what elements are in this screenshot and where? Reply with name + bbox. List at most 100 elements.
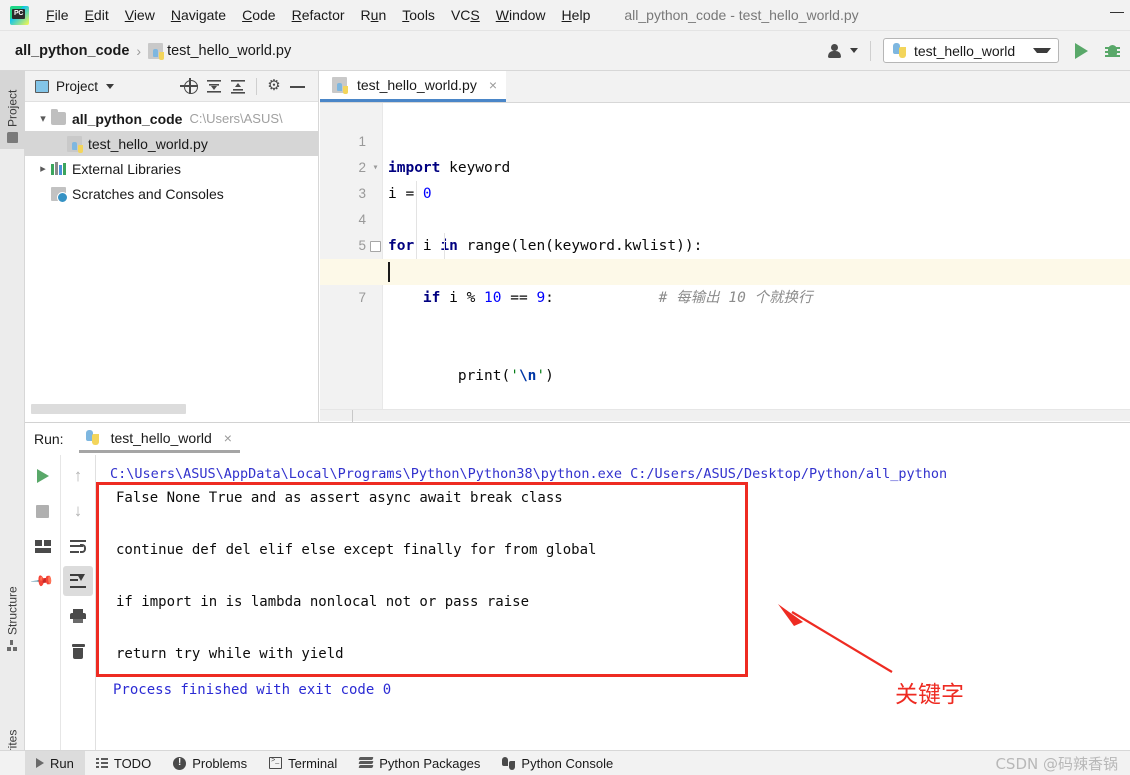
expand-all-icon[interactable] — [203, 75, 227, 97]
left-tool-strip: Project Structure ★ Favorites — [0, 71, 25, 775]
tree-item-external-libraries[interactable]: ▸ External Libraries — [25, 156, 318, 181]
locate-icon[interactable] — [179, 75, 203, 97]
chevron-down-icon[interactable] — [106, 83, 115, 89]
status-tab-problems[interactable]: Problems — [162, 751, 258, 775]
breadcrumb-separator-icon: › — [136, 42, 142, 59]
menu-item-window[interactable]: Window — [488, 5, 554, 25]
clear-all-button[interactable] — [63, 636, 93, 666]
layout-icon — [34, 539, 51, 553]
python-icon — [85, 430, 100, 445]
editor-horizontal-scrollbar[interactable] — [320, 409, 1130, 422]
settings-gear-icon[interactable]: ⚙ — [262, 75, 286, 97]
pin-button[interactable]: 📌 — [28, 566, 58, 596]
scroll-down-button[interactable]: ↓ — [63, 496, 93, 526]
navbar-right-controls: test_hello_world — [828, 38, 1130, 63]
project-panel-toolbar: ⚙ — [179, 75, 318, 97]
chevron-right-icon[interactable]: ▸ — [35, 162, 51, 175]
minimize-button[interactable] — [1110, 12, 1124, 13]
run-panel-label: Run: — [34, 431, 64, 447]
menu-item-view[interactable]: View — [117, 5, 163, 25]
run-tab-label: test_hello_world — [110, 429, 212, 446]
python-icon — [892, 43, 907, 58]
chevron-down-icon[interactable]: ▾ — [35, 112, 51, 125]
stop-button[interactable] — [28, 496, 58, 526]
menu-bar: File Edit View Navigate Code Refactor Ru… — [0, 0, 1130, 31]
python-file-icon — [332, 77, 348, 94]
window-title: all_python_code - test_hello_world.py — [624, 7, 859, 23]
python-file-icon — [148, 42, 165, 60]
print-icon — [70, 609, 86, 623]
layout-button[interactable] — [28, 531, 58, 561]
hide-panel-icon[interactable] — [286, 75, 310, 97]
menu-item-edit[interactable]: Edit — [77, 5, 117, 25]
annotation-arrow — [778, 604, 893, 673]
tree-item-label: Scratches and Consoles — [72, 185, 224, 202]
chevron-down-icon[interactable] — [1033, 48, 1051, 53]
menu-item-code[interactable]: Code — [234, 5, 283, 25]
annotation-label: 关键字 — [895, 682, 964, 708]
folder-icon — [7, 132, 18, 143]
console-output-line: return try while with yield — [116, 646, 344, 662]
breadcrumb-file[interactable]: test_hello_world.py — [167, 43, 291, 59]
text-caret — [388, 262, 390, 282]
fold-start-icon[interactable]: ▾ — [370, 163, 381, 174]
toolbar-divider — [870, 40, 871, 61]
code-line-5: 5 if i % 10 == 9: # 每输出 10 个就换行 — [320, 207, 1130, 306]
tree-item-label: External Libraries — [72, 160, 181, 177]
tree-item-test-hello-world[interactable]: test_hello_world.py — [25, 131, 318, 156]
scroll-up-button[interactable]: ↑ — [63, 461, 93, 491]
project-tree: ▾ all_python_code C:\Users\ASUS\ test_he… — [25, 102, 318, 206]
code-editor[interactable]: 1 import keyword 2 i = 0 3 ▾ for i in ra… — [320, 103, 1130, 422]
project-panel-horizontal-scrollbar[interactable] — [29, 404, 315, 414]
run-button[interactable] — [1075, 42, 1088, 59]
chevron-down-icon[interactable] — [850, 48, 858, 53]
run-configuration-selector[interactable]: test_hello_world — [883, 38, 1059, 63]
menu-item-refactor[interactable]: Refactor — [284, 5, 353, 25]
status-tab-label: Python Console — [521, 755, 614, 771]
close-icon[interactable]: × — [224, 430, 232, 446]
run-tab-test-hello-world[interactable]: test_hello_world × — [78, 426, 240, 453]
scroll-to-end-icon — [70, 574, 86, 588]
status-tab-todo[interactable]: TODO — [85, 751, 162, 775]
menu-item-navigate[interactable]: Navigate — [163, 5, 234, 25]
sidebar-tab-project-label: Project — [5, 89, 20, 127]
status-tab-terminal[interactable]: Terminal — [258, 751, 348, 775]
project-panel-title: Project — [56, 78, 99, 94]
tree-item-all-python-code[interactable]: ▾ all_python_code C:\Users\ASUS\ — [25, 106, 318, 131]
console-highlight-box: False None True and as assert async awai… — [96, 482, 748, 677]
scroll-to-end-button[interactable] — [63, 566, 93, 596]
tree-item-scratches-and-consoles[interactable]: Scratches and Consoles — [25, 181, 318, 206]
console-command-line: C:\Users\ASUS\AppData\Local\Programs\Pyt… — [110, 466, 948, 482]
status-bar: Run TODO Problems Terminal Python Packag… — [0, 750, 1130, 775]
menu-item-file[interactable]: File — [38, 5, 77, 25]
menu-item-run[interactable]: Run — [353, 5, 395, 25]
print-button[interactable] — [63, 601, 93, 631]
tree-item-path: C:\Users\ASUS\ — [189, 111, 283, 126]
menu-item-vcs[interactable]: VCS — [443, 5, 488, 25]
pycharm-window: File Edit View Navigate Code Refactor Ru… — [0, 0, 1130, 775]
folder-icon — [51, 109, 66, 125]
breadcrumb-project[interactable]: all_python_code — [15, 43, 129, 59]
toolbar-divider — [256, 77, 257, 95]
editor-tab-test-hello-world[interactable]: test_hello_world.py × — [320, 71, 507, 102]
status-tab-python-packages[interactable]: Python Packages — [348, 751, 491, 775]
console-output[interactable]: C:\Users\ASUS\AppData\Local\Programs\Pyt… — [95, 455, 1130, 751]
python-console-icon — [502, 756, 516, 770]
collapse-all-icon[interactable] — [227, 75, 251, 97]
close-icon[interactable]: × — [489, 77, 497, 93]
debug-button[interactable] — [1105, 43, 1120, 58]
status-tab-run[interactable]: Run — [25, 750, 85, 775]
stop-icon — [36, 504, 49, 518]
menu-item-help[interactable]: Help — [554, 5, 599, 25]
run-toolbar-left-column: 📌 — [25, 455, 60, 751]
rerun-button[interactable] — [28, 461, 58, 491]
user-group-icon[interactable] — [828, 43, 844, 58]
status-tab-python-console[interactable]: Python Console — [491, 751, 624, 775]
soft-wrap-button[interactable] — [63, 531, 93, 561]
sidebar-tab-structure[interactable]: Structure — [0, 571, 25, 657]
sidebar-tab-project[interactable]: Project — [0, 71, 25, 149]
menu-item-tools[interactable]: Tools — [394, 5, 443, 25]
fold-end-icon[interactable] — [370, 241, 381, 252]
terminal-icon — [269, 757, 283, 769]
